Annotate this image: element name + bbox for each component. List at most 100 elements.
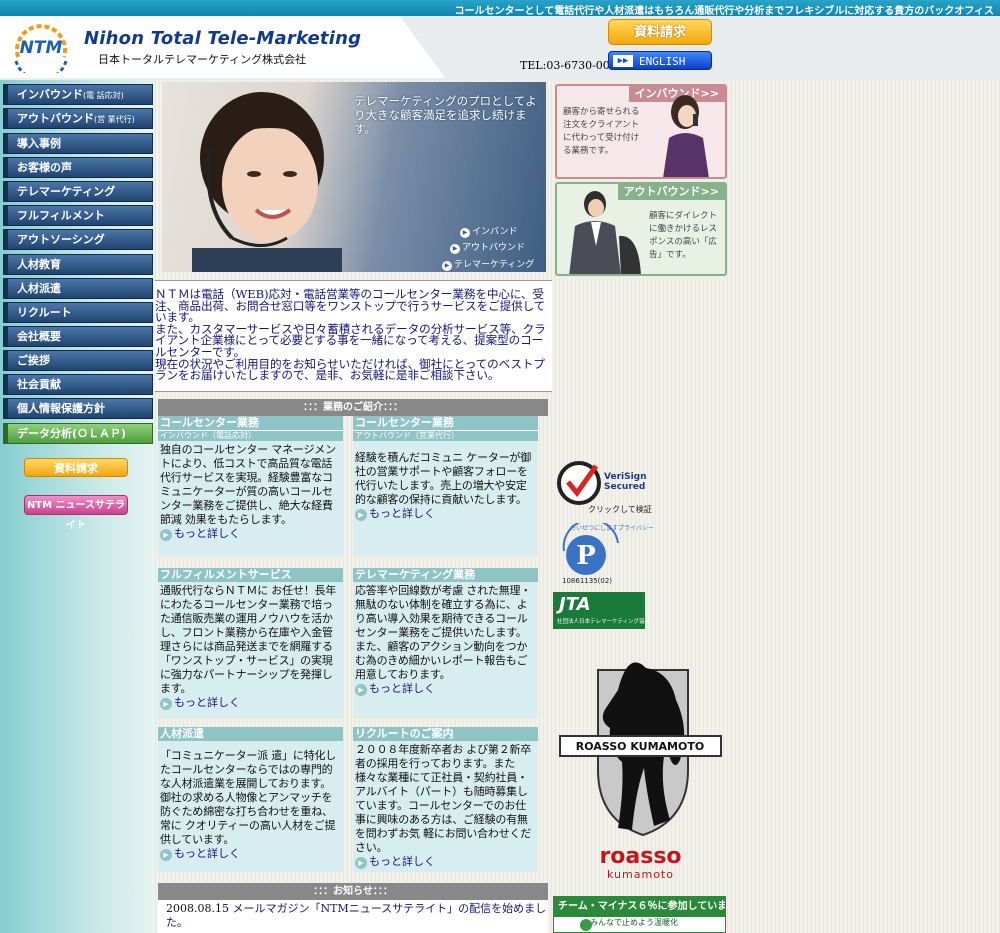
more-details-link[interactable]: もっと詳しく xyxy=(353,682,538,696)
team-minus-6-banner[interactable]: チーム・マイナス６％に参加しています。 みんなで止めよう温暖化 xyxy=(553,896,726,933)
jta-badge[interactable]: JTA 社団法人日本テレマーケティング協会 xyxy=(553,592,650,629)
card-title: リクルートのご案内 xyxy=(353,727,538,741)
intro-paragraph: 現在の状況やご利用目的をお知らせいただければ、御社にとってのベストプランをお届け… xyxy=(155,356,545,383)
operator-photo xyxy=(192,92,342,272)
nav-training[interactable]: 人材教育 xyxy=(3,254,153,275)
service-card-staffing: 人材派遣 「コミュニケーター派 遣」に特化したコールセンターならではの専門的な人… xyxy=(158,727,343,872)
nav-inbound[interactable]: インバウンド(電 話応対) xyxy=(3,84,153,105)
intro-paragraph: また、カスタマーサービスや日々蓄積されるデータの分析サービス等、クライアント企業… xyxy=(155,321,546,359)
woman-phone-illustration xyxy=(663,95,709,177)
logo-area[interactable]: NTM Nihon Total Tele-Marketing 日本トータルテレマ… xyxy=(0,16,445,78)
news-header: ：：：お知らせ：：： xyxy=(158,883,548,900)
jta-logo-text: JTA xyxy=(559,594,591,615)
nav-label: 人材派遣 xyxy=(17,282,61,295)
card-title: テレマーケティング業務 xyxy=(353,568,538,582)
roasso-banner-text: ROASSO KUMAMOTO xyxy=(576,740,704,753)
svg-text:P: P xyxy=(576,541,596,571)
nav-label: テレマーケティング xyxy=(17,185,116,198)
nav-label: アウトソーシング xyxy=(17,233,105,246)
outbound-card-text: 顧客にダイレクトに働きかけるレスポンスの高い「広告」です。 xyxy=(649,211,718,260)
service-card-telemarketing: テレマーケティング業務 応答率や回線数が考慮 された無理・無駄のない体制を確立す… xyxy=(353,568,538,718)
nav-label: ご挨拶 xyxy=(17,354,50,367)
more-details-link[interactable]: もっと詳しく xyxy=(158,696,343,710)
services-header: ：：：業務のご紹介：：： xyxy=(158,399,548,416)
nav-privacy[interactable]: 個人情報保護方針 xyxy=(3,398,153,419)
more-details-link[interactable]: もっと詳しく xyxy=(353,855,538,869)
verisign-line2: Secured xyxy=(604,482,646,492)
hero-link-telemarketing[interactable]: テレマーケティング xyxy=(442,257,534,271)
verisign-badge[interactable]: VeriSign Secured クリックして検証 xyxy=(556,460,656,515)
english-label: ENGLISH xyxy=(639,55,686,68)
inbound-card[interactable]: インバウンド>> 顧客から寄せられる注文をクライアントに代わって受け付ける業務で… xyxy=(555,84,727,179)
nav-label: 社会貢献 xyxy=(17,378,61,391)
nav-telemarketing[interactable]: テレマーケティング xyxy=(3,181,153,202)
nav-recruit[interactable]: リクルート xyxy=(3,302,153,323)
nav-label: データ分析(ＯＬＡＰ) xyxy=(17,427,127,440)
hero-link-inbound[interactable]: インバンド xyxy=(460,224,517,238)
card-body: 独自のコールセンター マネージメントにより、低コストで高品質な電話代行サービスを… xyxy=(160,443,336,526)
news-item: 2008.08.15 メールマガジン「NTMニュースサテライト」の配信を始めまし… xyxy=(166,902,548,930)
card-body: 応答率や回線数が考慮 された無理・無駄のない体制を確立する為に、より高い導入効果… xyxy=(355,584,532,681)
hero-link-outbound[interactable]: アウトバウンド xyxy=(450,240,525,254)
nav-outsourcing[interactable]: アウトソーシング xyxy=(3,229,153,250)
card-body: ２００８年度新卒者お よび第２新卒者の採用を行っております。また様々な業種にて正… xyxy=(355,743,532,854)
request-docs-button[interactable]: 資料請求 xyxy=(608,19,712,45)
privacy-number: 10861135(02) xyxy=(562,577,612,585)
nav-company[interactable]: 会社概要 xyxy=(3,326,153,347)
company-name-en: Nihon Total Tele-Marketing xyxy=(84,28,362,49)
nav-sublabel: (電 話応対) xyxy=(83,91,124,100)
news-date: 2008.08.15 xyxy=(166,902,229,915)
nav-label: フルフィルメント xyxy=(17,209,105,222)
card-body: 通販代行ならＮＴＭに お任せ！長年にわたるコールセンター業務で培った通信販売業の… xyxy=(160,584,337,695)
nav-outbound[interactable]: アウトバウンド(営 業代行) xyxy=(3,108,153,129)
card-title: フルフィルメントサービス xyxy=(158,568,343,582)
nav-greeting[interactable]: ご挨拶 xyxy=(3,350,153,371)
privacy-mark-badge[interactable]: P たいせつにしますプライバシー 10861135(02) xyxy=(556,523,654,589)
service-card-inbound: コールセンター業務 インバウンド（電話応対） 独自のコールセンター マネージメン… xyxy=(158,416,343,556)
nav-label: 個人情報保護方針 xyxy=(17,402,105,415)
more-details-link[interactable]: もっと詳しく xyxy=(353,507,538,521)
nav-fulfillment[interactable]: フルフィルメント xyxy=(3,205,153,226)
nav-sublabel: (営 業代行) xyxy=(94,115,135,124)
nav-customer-voice[interactable]: お客様の声 xyxy=(3,157,153,178)
page: コールセンターとして電話代行や人材派遣はもちろん通販代行や分析までフレキシブルに… xyxy=(0,0,1000,933)
nav-label: 導入事例 xyxy=(17,137,61,150)
news-satellite-button[interactable]: NTM ニュースサテライト xyxy=(24,495,128,531)
card-subtitle: アウトバウンド（営業代行） xyxy=(353,430,538,441)
tagline: コールセンターとして電話代行や人材派遣はもちろん通販代行や分析までフレキシブルに… xyxy=(454,6,995,16)
outbound-card[interactable]: アウトバウンド>> 顧客にダイレクトに働きかけるレスポンスの高い「広告」です。 xyxy=(555,182,727,276)
card-subtitle: インバウンド（電話応対） xyxy=(158,430,343,441)
more-details-link[interactable]: もっと詳しく xyxy=(158,847,343,861)
logo-mark-text: NTM xyxy=(20,38,63,58)
service-card-outbound: コールセンター業務 アウトバウンド（営業代行） 経験を積んだコミュニ ケーターが… xyxy=(353,416,538,556)
nav-label: お客様の声 xyxy=(17,161,72,174)
privacy-arc-text: たいせつにしますプライバシー xyxy=(570,525,654,532)
nav-label: リクルート xyxy=(17,306,72,319)
verisign-line1: VeriSign xyxy=(604,472,647,482)
more-details-link[interactable]: もっと詳しく xyxy=(158,527,343,541)
top-tagline-bar: コールセンターとして電話代行や人材派遣はもちろん通販代行や分析までフレキシブルに… xyxy=(0,0,1000,16)
service-card-recruit: リクルートのご案内 ２００８年度新卒者お よび第２新卒者の採用を行っております。… xyxy=(353,727,538,872)
verisign-click-label: クリックして検証 xyxy=(588,505,652,514)
businessman-illustration xyxy=(569,191,641,274)
card-body: 経験を積んだコミュニ ケーターが御社の営業サポートや顧客フォローを代行いたします… xyxy=(355,451,532,506)
roasso-horse-emblem-icon: ROASSO KUMAMOTO xyxy=(559,662,722,837)
nav-data-analysis[interactable]: データ分析(ＯＬＡＰ) xyxy=(3,423,153,444)
ntm-logo-icon[interactable]: NTM xyxy=(8,21,74,73)
team-minus-title: チーム・マイナス６％に参加しています。 xyxy=(554,897,725,917)
english-button[interactable]: ▶▶ ENGLISH xyxy=(608,51,712,70)
roasso-kumamoto-badge[interactable]: ROASSO KUMAMOTO roasso kumamoto xyxy=(558,650,723,885)
nav-social[interactable]: 社会貢献 xyxy=(3,374,153,395)
card-title: コールセンター業務 xyxy=(158,416,343,430)
globe-icon xyxy=(580,919,592,931)
sidebar-request-docs-button[interactable]: 資料請求 xyxy=(24,458,128,477)
nav-label: アウトバウンド xyxy=(17,112,94,125)
hero-lead-text: テレマーケティングのプロとしてより大きな顧客満足を追求し続けます。 xyxy=(354,94,537,136)
nav-staffing[interactable]: 人材派遣 xyxy=(3,278,153,299)
verisign-check-icon xyxy=(557,461,601,505)
site-header: NTM Nihon Total Tele-Marketing 日本トータルテレマ… xyxy=(0,16,1000,80)
nav-case-studies[interactable]: 導入事例 xyxy=(3,133,153,154)
card-body: 「コミュニケーター派 遣」に特化したコールセンターならではの専門的な人材派遣業を… xyxy=(160,749,337,846)
roasso-city: kumamoto xyxy=(607,868,674,881)
roasso-name: roasso xyxy=(599,844,682,869)
